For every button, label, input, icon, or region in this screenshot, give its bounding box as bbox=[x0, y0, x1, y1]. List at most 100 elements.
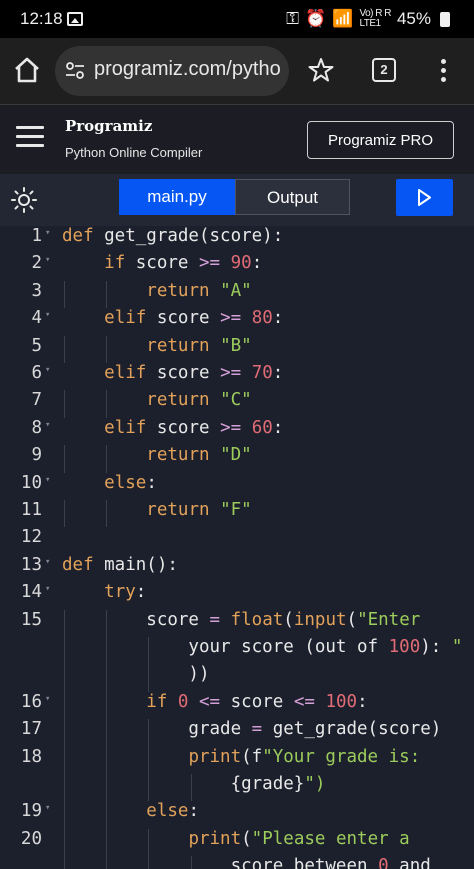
code-line[interactable]: 7 return "C" bbox=[0, 390, 474, 418]
indent-guide bbox=[106, 609, 108, 637]
programiz-pro-button[interactable]: Programiz PRO bbox=[307, 121, 454, 159]
code-line[interactable]: 19 ▾ else: bbox=[0, 801, 474, 829]
code-line[interactable]: 2 ▾ if score >= 90: bbox=[0, 253, 474, 280]
code-line[interactable]: 15 score = float(input("Enter bbox=[0, 609, 474, 637]
indent-guide bbox=[64, 335, 65, 363]
status-time: 12:18 bbox=[20, 9, 63, 28]
code-line[interactable]: 13 ▾ def main(): bbox=[0, 555, 474, 582]
fold-arrow-icon[interactable]: ▾ bbox=[45, 475, 50, 485]
indent-guide bbox=[148, 828, 150, 857]
line-number: 6 bbox=[31, 363, 42, 383]
line-number: 12 bbox=[20, 527, 42, 548]
code-line[interactable]: 3 return "A" bbox=[0, 280, 474, 309]
code-line[interactable]: )) bbox=[0, 664, 474, 692]
code-line[interactable]: 18 print(f"Your grade is: bbox=[0, 746, 474, 774]
indent-guide bbox=[64, 637, 65, 665]
hamburger-menu-icon[interactable] bbox=[16, 126, 44, 150]
line-number: 19 bbox=[20, 801, 42, 822]
code-line[interactable]: {grade}") bbox=[0, 774, 474, 802]
indent-guide bbox=[148, 856, 150, 869]
code-line[interactable]: your score (out of 100): " bbox=[0, 637, 474, 665]
code-text: def get_grade(score): bbox=[62, 226, 284, 246]
indent-guide bbox=[106, 280, 108, 309]
tab-switcher-button[interactable]: 2 bbox=[372, 58, 396, 82]
fold-arrow-icon[interactable]: ▾ bbox=[45, 228, 50, 238]
code-line[interactable]: 6 ▾ elif score >= 70: bbox=[0, 363, 474, 390]
code-line[interactable]: 8 ▾ elif score >= 60: bbox=[0, 418, 474, 445]
fold-arrow-icon[interactable]: ▾ bbox=[45, 255, 50, 265]
line-number: 9 bbox=[31, 445, 42, 466]
gallery-notification-icon bbox=[67, 12, 83, 26]
bookmark-star-icon[interactable] bbox=[308, 57, 334, 83]
line-number: 3 bbox=[31, 280, 42, 301]
indent-guide bbox=[190, 856, 192, 869]
code-line[interactable]: 10 ▾ else: bbox=[0, 473, 474, 500]
indent-guide bbox=[64, 500, 65, 528]
tab-output[interactable]: Output bbox=[235, 179, 350, 215]
code-line[interactable]: 4 ▾ elif score >= 80: bbox=[0, 308, 474, 335]
page-subtitle: Python Online Compiler bbox=[65, 145, 203, 160]
more-options-icon[interactable] bbox=[434, 56, 452, 84]
code-line[interactable]: 1 ▾ def get_grade(score): bbox=[0, 226, 474, 253]
line-number: 5 bbox=[31, 335, 42, 356]
line-number: 18 bbox=[20, 746, 42, 767]
code-line[interactable]: 5 return "B" bbox=[0, 335, 474, 363]
battery-percent: 45% bbox=[396, 9, 431, 28]
code-line[interactable]: 9 return "D" bbox=[0, 445, 474, 473]
alarm-icon: ⏰ bbox=[305, 9, 327, 28]
code-text: print("Please enter a bbox=[188, 828, 410, 849]
indent-guide bbox=[64, 691, 65, 720]
code-line[interactable]: 20 print("Please enter a bbox=[0, 828, 474, 857]
code-text: return "A" bbox=[146, 280, 252, 301]
code-text: your score (out of 100): " bbox=[62, 637, 463, 657]
code-text: score between 0 and bbox=[62, 856, 431, 869]
code-line[interactable]: 17 grade = get_grade(score) bbox=[0, 719, 474, 747]
indent-guide bbox=[64, 774, 65, 802]
key-icon: ⚿ bbox=[286, 9, 300, 28]
code-text: elif score >= 80: bbox=[104, 308, 284, 329]
code-text: grade = get_grade(score) bbox=[62, 719, 442, 740]
indent-guide bbox=[64, 719, 65, 747]
browser-toolbar: programiz.com/pytho 2 bbox=[0, 38, 474, 104]
fold-arrow-icon[interactable]: ▾ bbox=[45, 365, 50, 375]
fold-arrow-icon[interactable]: ▾ bbox=[45, 557, 50, 567]
tab-main-py[interactable]: main.py bbox=[119, 179, 235, 215]
code-text: print(f"Your grade is: bbox=[188, 746, 421, 767]
programiz-logo[interactable]: Programiz bbox=[65, 117, 152, 135]
code-text: return "B" bbox=[146, 335, 252, 356]
fold-arrow-icon[interactable]: ▾ bbox=[45, 420, 50, 430]
indent-guide bbox=[64, 664, 65, 692]
code-text: if score >= 90: bbox=[104, 253, 263, 274]
code-line[interactable]: 14 ▾ try: bbox=[0, 582, 474, 609]
line-number: 13 bbox=[20, 554, 42, 575]
code-text: return "D" bbox=[146, 445, 252, 466]
fold-arrow-icon[interactable]: ▾ bbox=[45, 310, 50, 320]
line-number: 4 bbox=[31, 308, 42, 329]
code-editor[interactable]: 1 ▾ def get_grade(score): 2 ▾ if score >= 90… bbox=[0, 226, 474, 869]
indent-guide bbox=[64, 609, 65, 637]
code-line[interactable]: 11 return "F" bbox=[0, 500, 474, 528]
home-icon[interactable] bbox=[12, 55, 42, 85]
indent-guide bbox=[64, 746, 65, 774]
indent-guide bbox=[106, 390, 108, 418]
address-bar[interactable]: programiz.com/pytho bbox=[55, 46, 289, 96]
code-line[interactable]: 16 ▾ if 0 <= score <= 100: bbox=[0, 691, 474, 720]
code-line[interactable]: score between 0 and bbox=[0, 856, 474, 869]
fold-arrow-icon[interactable]: ▾ bbox=[45, 803, 50, 813]
code-text: else: bbox=[104, 472, 157, 493]
fold-arrow-icon[interactable]: ▾ bbox=[45, 584, 50, 594]
line-number: 7 bbox=[31, 390, 42, 411]
battery-icon bbox=[440, 11, 450, 27]
fold-arrow-icon[interactable]: ▾ bbox=[45, 694, 50, 704]
line-number: 17 bbox=[20, 719, 42, 740]
status-indicators: ⚿ ⏰ 📶 Vo) R R LTE1 45% bbox=[286, 9, 450, 29]
code-text: try: bbox=[104, 582, 147, 603]
indent-guide bbox=[106, 637, 108, 665]
code-line[interactable]: 12 bbox=[0, 527, 474, 554]
line-number: 2 bbox=[31, 253, 42, 274]
site-settings-icon[interactable] bbox=[65, 61, 85, 81]
run-button[interactable] bbox=[396, 179, 453, 216]
line-number: 20 bbox=[20, 828, 42, 849]
indent-guide bbox=[106, 856, 108, 869]
theme-toggle-sun-icon[interactable] bbox=[10, 186, 38, 214]
